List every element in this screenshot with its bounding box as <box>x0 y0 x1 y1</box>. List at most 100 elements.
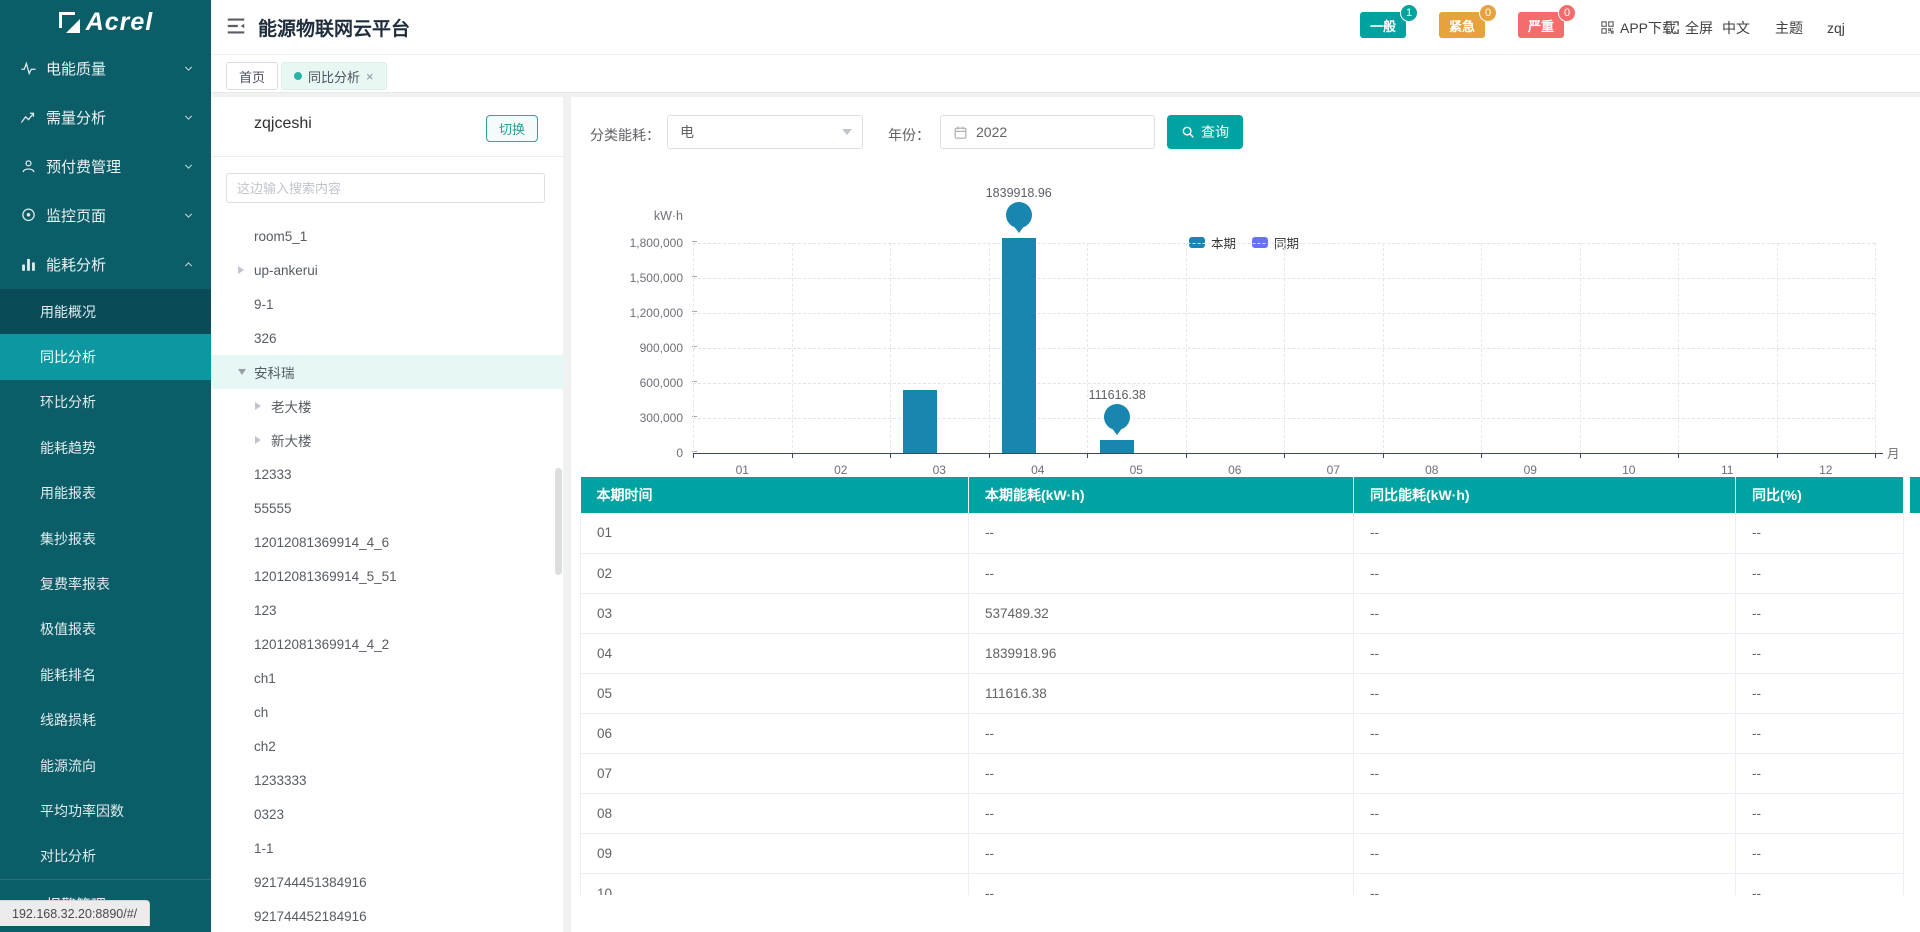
tree-item-9-1[interactable]: 9-1 <box>211 287 563 321</box>
alarm-button-1[interactable]: 一般1 <box>1360 12 1406 38</box>
sidebar-subitem-同比分析[interactable]: 同比分析 <box>0 334 211 379</box>
tree-item-安科瑞[interactable]: 安科瑞 <box>211 355 563 389</box>
sidebar-subitem-能源流向[interactable]: 能源流向 <box>0 743 211 788</box>
tree-item-label: 123 <box>254 603 277 618</box>
energy-category-select[interactable]: 电 <box>667 115 863 149</box>
tree-item-ch1[interactable]: ch1 <box>211 661 563 695</box>
sidebar-subitem-用能概况[interactable]: 用能概况 <box>0 289 211 334</box>
tree-item-up-ankerui[interactable]: up-ankerui <box>211 253 563 287</box>
header-link-主题[interactable]: 主题 <box>1775 0 1803 55</box>
x-tick-label: 09 <box>1481 463 1580 477</box>
table-cell: -- <box>969 513 1354 553</box>
sidebar-subitem-能耗趋势[interactable]: 能耗趋势 <box>0 425 211 470</box>
tree-item-55555[interactable]: 55555 <box>211 491 563 525</box>
query-button[interactable]: 查询 <box>1167 115 1243 149</box>
sidebar-subitem-线路损耗[interactable]: 线路损耗 <box>0 698 211 743</box>
sidebar-menu: 电能质量需量分析预付费管理监控页面能耗分析用能概况同比分析环比分析能耗趋势用能报… <box>0 44 211 879</box>
tree-item-label: ch <box>254 705 268 720</box>
header-link-中文[interactable]: 中文 <box>1722 0 1750 55</box>
tree-item-12012081369914_4_2[interactable]: 12012081369914_4_2 <box>211 627 563 661</box>
tree-item-老大楼[interactable]: 老大楼 <box>211 389 563 423</box>
bar-chart-icon <box>20 256 37 273</box>
acrel-logo[interactable]: Acrel <box>0 0 211 44</box>
alarm-button-2[interactable]: 紧急0 <box>1439 12 1485 38</box>
sidebar: Acrel 电能质量需量分析预付费管理监控页面能耗分析用能概况同比分析环比分析能… <box>0 0 211 932</box>
tree-expand-arrow-icon[interactable] <box>238 369 246 375</box>
tree-item-12012081369914_4_6[interactable]: 12012081369914_4_6 <box>211 525 563 559</box>
header-link-zqj[interactable]: zqj <box>1827 0 1845 55</box>
year-picker[interactable]: 2022 <box>940 115 1155 149</box>
table-row: 03537489.32---- <box>581 593 1904 633</box>
tree-item-921744452184916[interactable]: 921744452184916 <box>211 899 563 932</box>
alarm-button-3[interactable]: 严重0 <box>1518 12 1564 38</box>
table-cell: -- <box>1736 553 1904 593</box>
table-cell: -- <box>1354 833 1736 873</box>
table-cell: 09 <box>581 833 969 873</box>
sidebar-subitem-对比分析[interactable]: 对比分析 <box>0 834 211 879</box>
table-cell: -- <box>969 553 1354 593</box>
tab-home[interactable]: 首页 <box>226 62 278 90</box>
tree-item-326[interactable]: 326 <box>211 321 563 355</box>
tree-item-0323[interactable]: 0323 <box>211 797 563 831</box>
tree-search-input[interactable] <box>226 173 545 203</box>
table-cell: -- <box>1354 553 1736 593</box>
tree-item-label: 安科瑞 <box>254 362 295 382</box>
y-tick-label: 1,800,000 <box>583 236 683 250</box>
project-name: zqjceshi <box>254 115 312 133</box>
tree-collapse-arrow-icon[interactable] <box>238 266 244 274</box>
v-gridline <box>1678 243 1679 453</box>
tree-item-1233333[interactable]: 1233333 <box>211 763 563 797</box>
data-point-label: 1839918.96 <box>949 186 1089 200</box>
table-cell: -- <box>1736 753 1904 793</box>
switch-project-button[interactable]: 切换 <box>486 115 538 142</box>
tree-scrollbar[interactable] <box>555 468 562 575</box>
tree-item-新大楼[interactable]: 新大楼 <box>211 423 563 457</box>
y-tick-label: 1,500,000 <box>583 271 683 285</box>
y-tick <box>692 241 697 242</box>
sidebar-subitem-复费率报表[interactable]: 复费率报表 <box>0 561 211 606</box>
table-cell: -- <box>969 833 1354 873</box>
tab-yoy-analysis[interactable]: 同比分析 × <box>281 62 387 90</box>
breadcrumb-tab-bar: 首页 同比分析 × <box>211 55 1920 93</box>
sidebar-item-label: 预付费管理 <box>46 156 182 177</box>
tree-item-label: 12333 <box>254 467 292 482</box>
tree-collapse-arrow-icon[interactable] <box>255 402 261 410</box>
sidebar-item-监控页面[interactable]: 监控页面 <box>0 191 211 240</box>
sidebar-subitem-平均功率因数[interactable]: 平均功率因数 <box>0 788 211 833</box>
tree-collapse-arrow-icon[interactable] <box>255 436 261 444</box>
tree-item-123[interactable]: 123 <box>211 593 563 627</box>
table-cell: 05 <box>581 673 969 713</box>
table-cell: -- <box>1736 793 1904 833</box>
close-icon[interactable]: × <box>366 70 374 83</box>
tree-item-ch2[interactable]: ch2 <box>211 729 563 763</box>
tree-item-1-1[interactable]: 1-1 <box>211 831 563 865</box>
sidebar-subitem-极值报表[interactable]: 极值报表 <box>0 607 211 652</box>
table-header-同比(%): 同比(%) <box>1736 477 1904 513</box>
yoy-data-table-wrap[interactable]: 本期时间本期能耗(kW·h)同比能耗(kW·h)同比(%) 01------02… <box>580 477 1920 895</box>
sidebar-item-需量分析[interactable]: 需量分析 <box>0 93 211 142</box>
sidebar-item-预付费管理[interactable]: 预付费管理 <box>0 142 211 191</box>
tree-item-label: ch2 <box>254 739 276 754</box>
sidebar-subitem-能耗排名[interactable]: 能耗排名 <box>0 652 211 697</box>
sidebar-item-电能质量[interactable]: 电能质量 <box>0 44 211 93</box>
header-link-全屏[interactable]: 全屏 <box>1665 0 1713 55</box>
sidebar-subitem-环比分析[interactable]: 环比分析 <box>0 380 211 425</box>
browser-status-tooltip: 192.168.32.20:8890/#/ <box>0 900 150 926</box>
x-tick-label: 07 <box>1284 463 1383 477</box>
tree-item-ch[interactable]: ch <box>211 695 563 729</box>
tree-item-label: 新大楼 <box>271 430 312 450</box>
sidebar-item-能耗分析[interactable]: 能耗分析 <box>0 240 211 289</box>
tree-item-room5_1[interactable]: room5_1 <box>211 219 563 253</box>
tab-label: 首页 <box>239 67 265 86</box>
y-tick-label: 0 <box>583 446 683 460</box>
alarm-count-badge: 1 <box>1400 4 1418 22</box>
tree-item-12333[interactable]: 12333 <box>211 457 563 491</box>
collapse-menu-icon[interactable] <box>225 15 247 37</box>
tree-item-12012081369914_5_51[interactable]: 12012081369914_5_51 <box>211 559 563 593</box>
table-row: 05111616.38---- <box>581 673 1904 713</box>
tree-item-label: 9-1 <box>254 297 274 312</box>
sidebar-subitem-用能报表[interactable]: 用能报表 <box>0 471 211 516</box>
sidebar-subitem-集抄报表[interactable]: 集抄报表 <box>0 516 211 561</box>
tree-item-921744451384916[interactable]: 921744451384916 <box>211 865 563 899</box>
bar-本期-04 <box>1002 238 1036 453</box>
